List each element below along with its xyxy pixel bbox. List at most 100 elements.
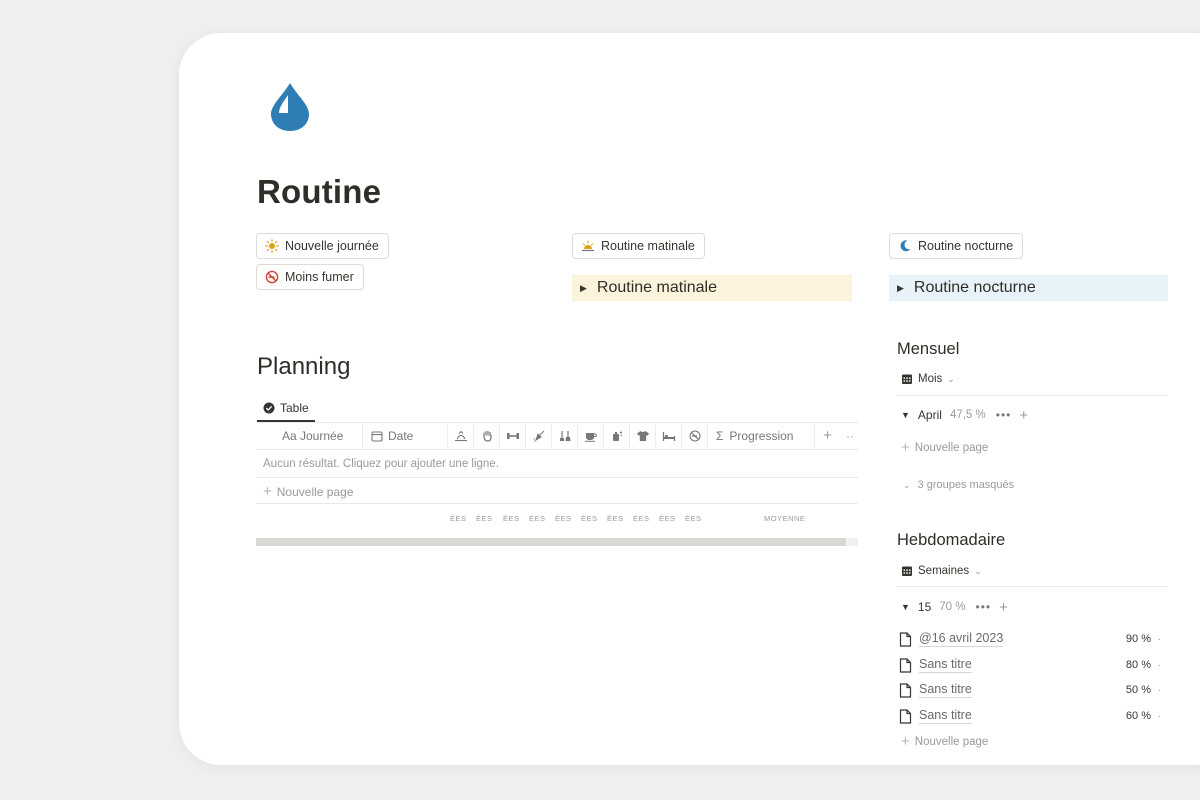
empty-table-message[interactable]: Aucun résultat. Cliquez pour ajouter une… xyxy=(263,458,499,470)
item-name[interactable]: Sans titre xyxy=(919,682,972,698)
column-date[interactable]: Date xyxy=(363,422,448,449)
triangle-right-icon: ▶ xyxy=(897,282,904,293)
mensuel-view-selector[interactable]: Mois ⌄ xyxy=(901,368,955,390)
page-card: Routine Nouvelle journée Moins fumer Rou… xyxy=(179,33,1200,765)
list-item[interactable]: Sans titre 50 % · xyxy=(899,679,1169,701)
column-journee[interactable]: Aa Journée xyxy=(256,422,363,449)
calc-cell-9[interactable]: ÉES xyxy=(659,514,676,523)
plus-icon: + xyxy=(901,439,910,456)
sun-icon xyxy=(265,239,279,253)
hebdo-view-selector[interactable]: Semaines ⌄ xyxy=(901,560,982,582)
column-habit-8[interactable] xyxy=(630,422,656,449)
routine-matinale-label: Routine matinale xyxy=(601,239,695,253)
column-date-label: Date xyxy=(388,428,414,443)
calc-cell-10[interactable]: ÉES xyxy=(685,514,702,523)
column-habit-3[interactable] xyxy=(500,422,526,449)
table-new-page-label: Nouvelle page xyxy=(276,484,354,499)
hebdo-new-page-button[interactable]: + Nouvelle page xyxy=(901,734,988,749)
item-value: 90 % xyxy=(1125,633,1151,645)
soap-icon xyxy=(611,430,623,442)
group-name: April xyxy=(917,408,942,422)
column-habit-1[interactable] xyxy=(448,422,474,449)
calc-cell-6[interactable]: ÉES xyxy=(581,514,598,523)
document-icon xyxy=(899,657,912,673)
column-progression[interactable]: Σ Progression xyxy=(708,422,815,449)
triangle-down-icon: ▼ xyxy=(901,602,910,612)
triangle-right-icon: ▶ xyxy=(580,282,587,293)
group-percentage: 70 % xyxy=(939,601,966,613)
moins-fumer-button[interactable]: Moins fumer xyxy=(256,264,364,290)
chevron-down-icon: ⌄ xyxy=(974,565,982,576)
hidden-groups-toggle[interactable]: ⌄ 3 groupes masqués xyxy=(903,479,1014,491)
table-new-page-button[interactable]: + Nouvelle page xyxy=(263,484,354,499)
dot-icon: · xyxy=(1157,633,1161,645)
dot-icon: · xyxy=(1157,684,1161,696)
tab-table-label: Table xyxy=(280,400,309,415)
calc-cell-5[interactable]: ÉES xyxy=(555,514,572,523)
nouvelle-journee-label: Nouvelle journée xyxy=(285,239,379,253)
tshirt-icon xyxy=(636,430,650,442)
plus-icon: + xyxy=(823,427,832,444)
calc-cell-average[interactable]: MOYENNE xyxy=(764,514,805,523)
calc-cell-2[interactable]: ÉES xyxy=(476,514,493,523)
column-habit-10[interactable] xyxy=(682,422,708,449)
mensuel-new-page-label: Nouvelle page xyxy=(914,441,989,454)
water-drop-icon[interactable] xyxy=(269,81,311,133)
column-progression-label: Progression xyxy=(729,428,794,443)
item-value: 60 % xyxy=(1125,710,1151,722)
dumbbell-icon xyxy=(506,430,520,442)
column-habit-4[interactable] xyxy=(526,422,552,449)
mensuel-heading: Mensuel xyxy=(897,340,960,358)
row-divider xyxy=(256,503,858,504)
nouvelle-journee-button[interactable]: Nouvelle journée xyxy=(256,233,389,259)
triangle-down-icon: ▼ xyxy=(901,410,910,420)
plus-icon[interactable]: + xyxy=(999,599,1008,616)
hidden-groups-label: 3 groupes masqués xyxy=(917,479,1015,491)
list-item[interactable]: @16 avril 2023 90 % · xyxy=(899,628,1169,650)
column-habit-2[interactable] xyxy=(474,422,500,449)
calc-cell-1[interactable]: ÉES xyxy=(450,514,467,523)
calc-cell-7[interactable]: ÉES xyxy=(607,514,624,523)
table-header-divider xyxy=(256,449,858,450)
hebdo-new-page-label: Nouvelle page xyxy=(914,735,989,748)
hand-icon xyxy=(481,430,493,442)
hebdo-group-15[interactable]: ▼ 15 70 % ••• + xyxy=(901,597,1008,617)
routine-nocturne-label: Routine nocturne xyxy=(918,239,1014,253)
no-smoking-icon xyxy=(265,270,279,284)
list-item[interactable]: Sans titre 60 % · xyxy=(899,705,1169,727)
hebdo-view-label: Semaines xyxy=(918,565,970,577)
moins-fumer-label: Moins fumer xyxy=(285,270,354,284)
calc-cell-3[interactable]: ÉES xyxy=(503,514,520,523)
add-column-button[interactable]: + xyxy=(815,422,840,449)
routine-nocturne-button[interactable]: Routine nocturne xyxy=(889,233,1024,259)
ellipsis-icon[interactable]: ••• xyxy=(996,408,1012,422)
scrollbar-thumb[interactable] xyxy=(256,538,846,546)
plus-icon: + xyxy=(901,733,910,750)
routine-matinale-toggle[interactable]: ▶ Routine matinale xyxy=(572,275,852,301)
column-habit-9[interactable] xyxy=(656,422,682,449)
more-options-button[interactable]: ·· xyxy=(840,422,854,449)
mensuel-group-april[interactable]: ▼ April 47,5 % ••• + xyxy=(901,405,1028,425)
ellipsis-icon[interactable]: ••• xyxy=(976,600,992,614)
plus-icon[interactable]: + xyxy=(1019,407,1028,424)
horizontal-scrollbar[interactable] xyxy=(256,538,858,546)
coffee-cup-icon xyxy=(584,430,598,442)
chevron-down-icon: ⌄ xyxy=(947,373,955,384)
calc-cell-4[interactable]: ÉES xyxy=(529,514,546,523)
tab-table[interactable]: Table xyxy=(257,395,315,422)
item-name[interactable]: @16 avril 2023 xyxy=(919,631,1004,647)
routine-matinale-toggle-label: Routine matinale xyxy=(596,279,717,296)
no-smoking-icon xyxy=(688,429,701,442)
column-habit-6[interactable] xyxy=(578,422,604,449)
mensuel-new-page-button[interactable]: + Nouvelle page xyxy=(901,440,988,455)
column-habit-5[interactable] xyxy=(552,422,578,449)
item-value: 50 % xyxy=(1125,684,1151,696)
list-item[interactable]: Sans titre 80 % · xyxy=(899,654,1169,676)
column-habit-7[interactable] xyxy=(604,422,630,449)
routine-matinale-button[interactable]: Routine matinale xyxy=(572,233,705,259)
item-name[interactable]: Sans titre xyxy=(919,708,972,724)
calc-cell-8[interactable]: ÉES xyxy=(633,514,650,523)
routine-nocturne-toggle[interactable]: ▶ Routine nocturne xyxy=(889,275,1168,301)
item-name[interactable]: Sans titre xyxy=(919,657,972,673)
dot-icon: · xyxy=(1157,710,1161,722)
